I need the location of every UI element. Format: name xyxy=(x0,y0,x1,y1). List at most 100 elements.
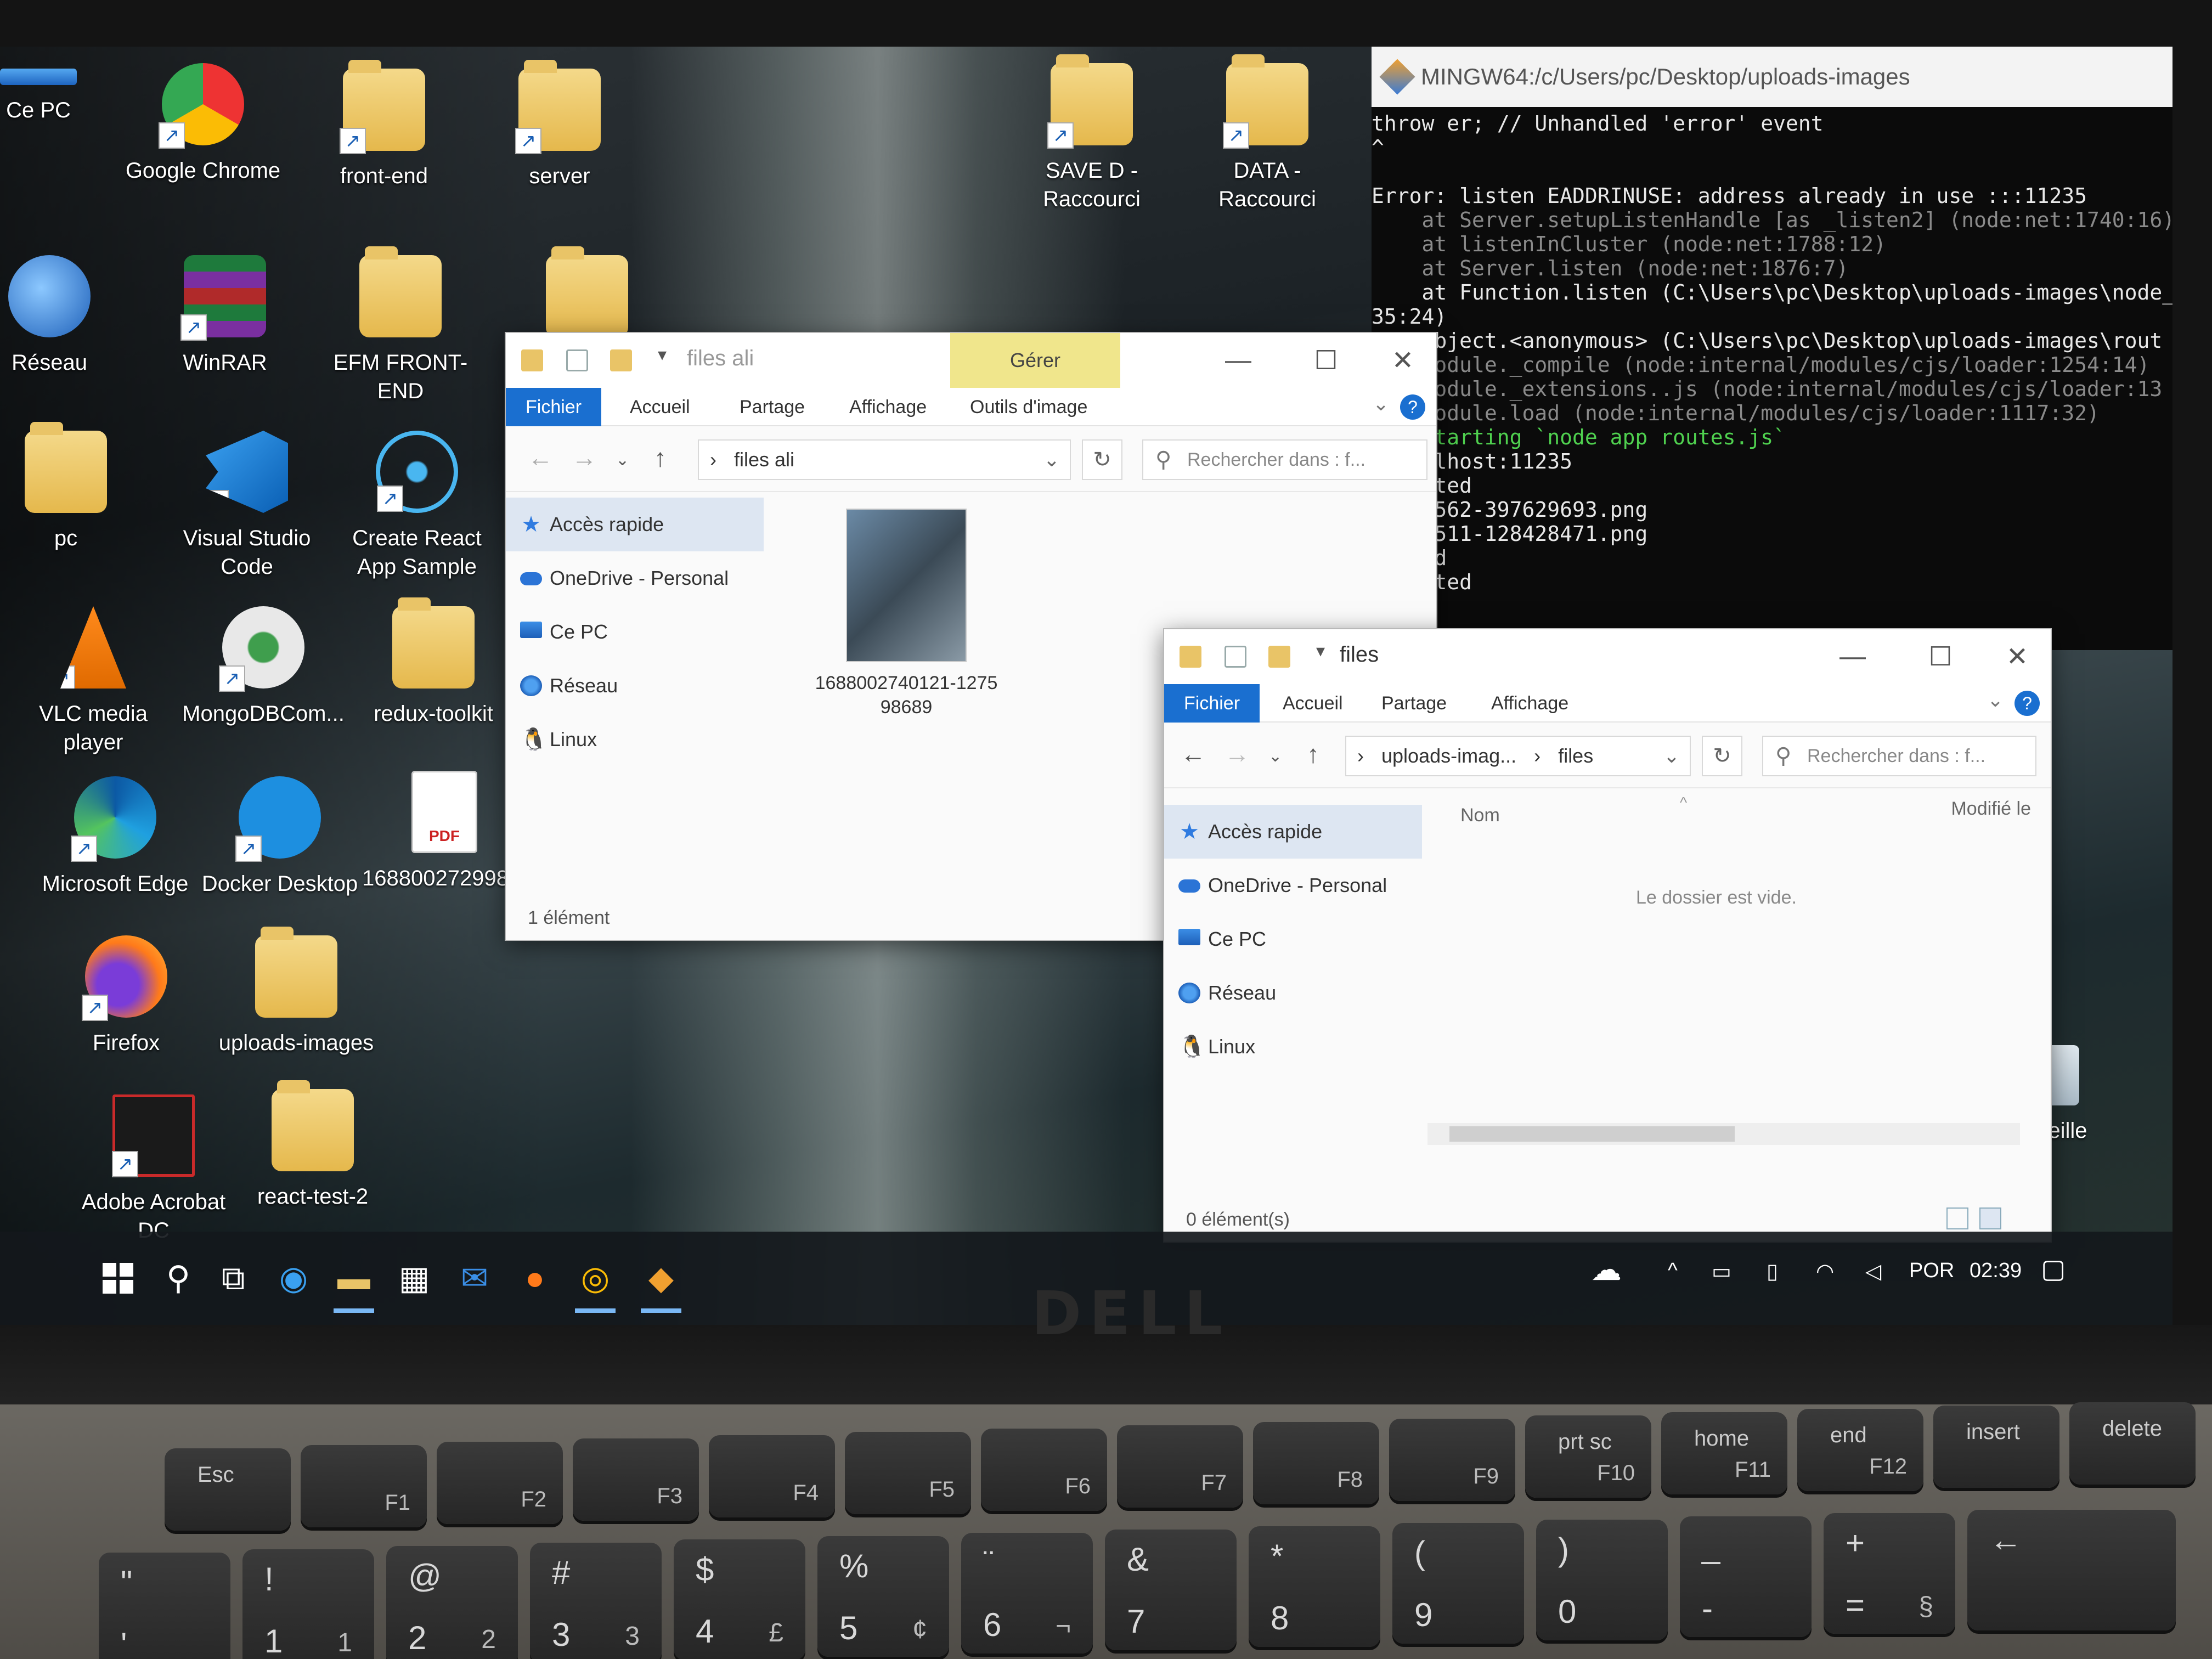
key-fn-row[interactable]: F3 xyxy=(573,1438,699,1521)
scrollbar-thumb[interactable] xyxy=(1449,1126,1735,1142)
desktop-icon-reseau[interactable]: Réseau xyxy=(0,255,132,377)
chrome-icon[interactable]: ◎ xyxy=(571,1254,620,1313)
tab-partage[interactable]: Partage xyxy=(720,388,825,426)
up-arrow-icon[interactable]: ↑ xyxy=(1307,739,1319,769)
nav-item-linux[interactable]: 🐧 Linux xyxy=(506,713,764,766)
recent-dropdown-icon[interactable]: ⌄ xyxy=(616,450,629,470)
refresh-icon[interactable]: ↻ xyxy=(1082,439,1122,480)
back-arrow-icon[interactable]: ← xyxy=(528,443,553,472)
desktop-icon-data[interactable]: DATA - Raccourci xyxy=(1185,54,1350,213)
search-input[interactable]: Rechercher dans : f... xyxy=(1762,736,2036,776)
address-bar[interactable]: › uploads-imag... › files ⌄ xyxy=(1345,736,1691,776)
key-number-row[interactable]: #3 3 xyxy=(530,1543,662,1659)
tab-partage[interactable]: Partage xyxy=(1362,684,1466,723)
key-number-row[interactable]: & 7 xyxy=(1105,1530,1237,1650)
desktop-icon-react-test[interactable]: react-test-2 xyxy=(230,1080,395,1211)
key-number-row[interactable]: _ - xyxy=(1680,1516,1812,1637)
desktop-icon-mongodb[interactable]: MongoDBCom... xyxy=(181,606,346,728)
desktop-icon-vscode[interactable]: Visual Studio Code xyxy=(165,431,329,581)
key-fn-row[interactable]: F7 xyxy=(1117,1425,1243,1508)
file-item[interactable]: 1688002740121-127598689 xyxy=(813,509,1000,719)
maximize-icon[interactable]: ☐ xyxy=(1307,345,1345,376)
desktop-icon-pc[interactable]: pc xyxy=(0,422,148,552)
notifications-icon[interactable]: ▢ xyxy=(2041,1254,2066,1284)
key-number-row[interactable]: ← xyxy=(1967,1510,2176,1630)
desktop-icon-uploads[interactable]: uploads-images xyxy=(214,927,379,1057)
key-number-row[interactable]: (9 xyxy=(1392,1523,1524,1644)
tab-gerer[interactable]: Gérer xyxy=(950,333,1120,388)
chevron-down-icon[interactable]: ⌄ xyxy=(1373,392,1389,415)
terminal-titlebar[interactable]: MINGW64:/c/Users/pc/Desktop/uploads-imag… xyxy=(1372,47,2172,107)
key-number-row[interactable]: @2 2 xyxy=(386,1546,518,1659)
quick-access-dropdown-icon[interactable]: ▾ xyxy=(1301,640,1340,661)
properties-checkbox-icon[interactable] xyxy=(566,349,588,371)
horizontal-scrollbar[interactable] xyxy=(1427,1123,2020,1145)
quick-access-dropdown-icon[interactable]: ▾ xyxy=(643,344,681,365)
column-header-modified[interactable]: Modifié le xyxy=(1951,798,2031,820)
new-folder-icon[interactable] xyxy=(1268,646,1290,668)
forward-arrow-icon[interactable]: → xyxy=(1224,739,1250,769)
up-arrow-icon[interactable]: ↑ xyxy=(654,443,667,472)
weather-icon[interactable]: ☁ xyxy=(1591,1251,1622,1288)
properties-checkbox-icon[interactable] xyxy=(1224,646,1246,668)
store-icon[interactable]: ▦ xyxy=(390,1254,439,1303)
address-bar[interactable]: › files ali ⌄ xyxy=(698,439,1071,480)
help-icon[interactable]: ? xyxy=(2015,691,2040,716)
key-fn-row[interactable]: F8 xyxy=(1253,1422,1379,1504)
key-number-row[interactable]: ! 1 1 xyxy=(242,1549,374,1659)
desktop-icon-server[interactable]: server xyxy=(477,60,642,190)
clock[interactable]: 02:39 xyxy=(1970,1259,2022,1283)
key-number-row[interactable]: + = § xyxy=(1824,1513,1955,1634)
nav-item-network[interactable]: Réseau xyxy=(506,659,764,713)
show-hidden-icons-icon[interactable]: ^ xyxy=(1668,1259,1678,1283)
desktop-icon-redux[interactable]: redux-toolkit xyxy=(351,597,516,728)
minimize-icon[interactable]: — xyxy=(1219,345,1257,375)
battery-icon[interactable]: ▭ xyxy=(1712,1259,1731,1284)
desktop-icon-edge[interactable]: Microsoft Edge xyxy=(33,776,198,898)
minimize-icon[interactable]: — xyxy=(1833,641,1872,672)
key-fn-row[interactable]: F2 xyxy=(437,1442,563,1524)
key-number-row[interactable]: $4 £ xyxy=(674,1539,805,1659)
explorer-titlebar[interactable]: ▾ files ali Gérer — ☐ ✕ xyxy=(506,333,1436,388)
tab-accueil[interactable]: Accueil xyxy=(1263,684,1363,723)
tab-affichage[interactable]: Affichage xyxy=(1471,684,1588,723)
desktop-icon-docker[interactable]: Docker Desktop xyxy=(198,776,362,898)
forward-arrow-icon[interactable]: → xyxy=(572,443,597,472)
desktop-icon-acrobat[interactable]: Adobe Acrobat DC xyxy=(71,1094,236,1245)
explorer-window-files[interactable]: ▾ files — ☐ ✕ Fichier Accueil Partage Af… xyxy=(1163,628,2052,1243)
key-fn-row[interactable]: prt sc F10 xyxy=(1525,1415,1651,1498)
edge-icon[interactable]: ◉ xyxy=(269,1254,318,1303)
address-segment-uploads-images[interactable]: uploads-imag... xyxy=(1381,744,1516,767)
desktop-icon-chrome[interactable]: Google Chrome xyxy=(121,63,285,185)
keyboard-language[interactable]: POR xyxy=(1909,1259,1954,1283)
key-fn-row[interactable]: Esc xyxy=(165,1448,291,1531)
chevron-down-icon[interactable]: ⌄ xyxy=(1987,689,2004,712)
explorer-titlebar[interactable]: ▾ files — ☐ ✕ xyxy=(1164,629,2051,684)
desktop-icon-unnamed-folder[interactable] xyxy=(505,246,669,337)
key-fn-row[interactable]: delete xyxy=(2069,1402,2196,1485)
key-number-row[interactable]: ¨ 6 ¬ xyxy=(961,1533,1093,1654)
mail-icon[interactable]: ✉ xyxy=(450,1254,499,1303)
column-header-name[interactable]: Nom xyxy=(1460,805,1500,826)
key-fn-row[interactable]: F4 xyxy=(709,1435,835,1517)
nav-item-this-pc[interactable]: Ce PC xyxy=(506,605,764,659)
desktop-icon-vlc[interactable]: VLC media player xyxy=(11,606,176,757)
search-icon[interactable]: ⚲ xyxy=(154,1254,203,1303)
tab-outils-image[interactable]: Outils d'image xyxy=(950,388,1107,426)
desktop-icon-efm[interactable]: EFM FRONT-END xyxy=(318,246,483,405)
desktop-icon-pdf[interactable]: PDF 168800272998... xyxy=(362,771,527,893)
close-icon[interactable]: ✕ xyxy=(1384,345,1422,376)
tab-affichage[interactable]: Affichage xyxy=(830,388,946,426)
nav-item-onedrive[interactable]: OneDrive - Personal xyxy=(1164,859,1422,912)
details-view-icon[interactable] xyxy=(1946,1207,1968,1229)
key-number-row[interactable]: ) 0 xyxy=(1536,1520,1668,1640)
firefox-icon[interactable]: ● xyxy=(510,1254,560,1303)
key-fn-row[interactable]: F1 xyxy=(301,1445,427,1527)
address-segment-files-ali[interactable]: files ali xyxy=(734,448,794,471)
git-bash-icon[interactable]: ◆ xyxy=(636,1254,686,1313)
key-fn-row[interactable]: F9 xyxy=(1389,1419,1515,1501)
address-segment-files[interactable]: files xyxy=(1558,744,1593,767)
desktop-icon-firefox[interactable]: Firefox xyxy=(44,935,208,1057)
new-folder-icon[interactable] xyxy=(610,349,632,371)
key-fn-row[interactable]: end F12 xyxy=(1797,1409,1923,1491)
